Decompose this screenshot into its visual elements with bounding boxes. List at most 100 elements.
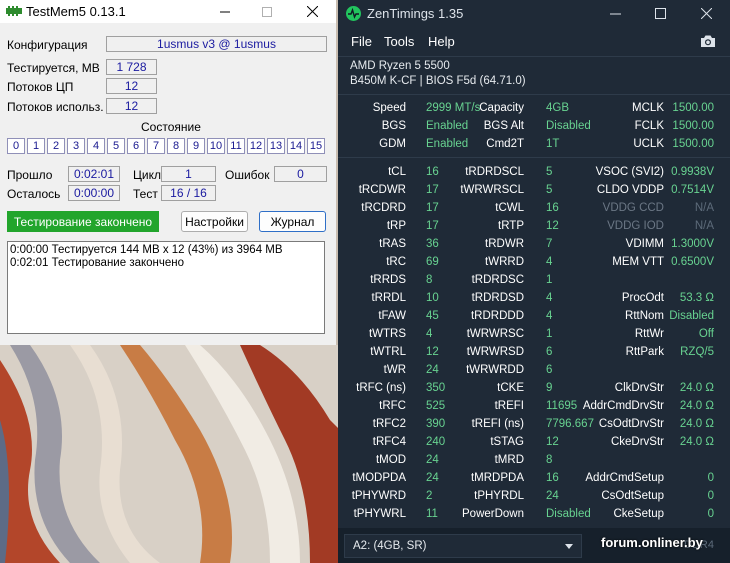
top-value-0-0: 2999 MT/s (426, 102, 481, 114)
top-label-1-1: BGS Alt (483, 120, 524, 132)
timing-value-8-1: 4 (546, 310, 553, 322)
timing-value-5-0: 69 (426, 256, 439, 268)
timing-value-16-1: 8 (546, 454, 553, 466)
maximize-button[interactable] (247, 0, 287, 23)
top-value-2-1: 1T (546, 138, 560, 150)
timing-value-2-0: 17 (426, 202, 439, 214)
menu-help[interactable]: Help (428, 34, 455, 49)
divider (338, 94, 730, 95)
timing-value-3-2: N/A (694, 220, 714, 232)
errors-field: 0 (274, 166, 327, 182)
minimize-icon (220, 11, 230, 12)
timing-value-16-0: 24 (426, 454, 439, 466)
timing-label-10-0: tWTRL (370, 346, 406, 358)
timing-label-14-2: CsOdtDrvStr (598, 418, 664, 430)
timing-value-9-0: 4 (426, 328, 433, 340)
divider (338, 157, 730, 158)
timing-value-8-2: Disabled (669, 310, 714, 322)
timing-value-14-0: 390 (426, 418, 446, 430)
thread-6: 6 (127, 138, 145, 154)
timing-value-12-2: 24.0 Ω (679, 382, 714, 394)
elapsed-label: Прошло (7, 168, 53, 182)
timing-value-9-1: 1 (546, 328, 553, 340)
top-label-0-0: Speed (372, 102, 406, 114)
timing-value-13-1: 11695 (546, 400, 578, 412)
timing-label-14-1: tREFI (ns) (471, 418, 524, 430)
menu-tools[interactable]: Tools (384, 34, 414, 49)
close-icon (306, 6, 318, 17)
timing-label-12-2: ClkDrvStr (614, 382, 664, 394)
cpu-threads-field: 12 (106, 78, 157, 94)
board-info: B450M K-CF | BIOS F5d (64.71.0) (350, 75, 526, 87)
timing-label-17-0: tMODPDA (352, 472, 406, 484)
cpu-name: AMD Ryzen 5 5500 (350, 60, 450, 72)
elapsed-field: 0:02:01 (68, 166, 120, 182)
config-field: 1usmus v3 @ 1usmus (106, 36, 327, 52)
test-field: 16 / 16 (161, 185, 216, 201)
config-label: Конфигурация (7, 38, 88, 52)
timing-label-3-0: tRP (386, 220, 406, 232)
timing-label-14-0: tRFC2 (372, 418, 406, 430)
timing-label-1-0: tRCDWR (358, 184, 406, 196)
top-value-1-2: 1500.00 (672, 120, 714, 132)
timing-value-5-1: 4 (546, 256, 553, 268)
timing-value-1-1: 5 (546, 184, 553, 196)
timing-value-17-2: 0 (707, 472, 714, 484)
camera-icon[interactable] (700, 34, 716, 48)
menu-file[interactable]: File (351, 34, 372, 49)
zentimings-window: ZenTimings 1.35 File Tools Help AMD Ryze… (338, 0, 730, 563)
thread-8: 8 (167, 138, 185, 154)
dimm-select[interactable]: A2: (4GB, SR) (344, 534, 582, 558)
timing-label-15-2: CkeDrvStr (610, 436, 664, 448)
timing-value-19-2: 0 (707, 508, 714, 520)
timing-value-0-0: 16 (426, 166, 439, 178)
timing-value-15-0: 240 (426, 436, 446, 448)
maximize-button[interactable] (638, 0, 682, 26)
thread-13: 13 (267, 138, 285, 154)
timing-value-18-0: 2 (426, 490, 433, 502)
timing-value-3-1: 12 (546, 220, 559, 232)
timing-value-0-2: 0.9938V (671, 166, 714, 178)
timing-value-10-0: 12 (426, 346, 439, 358)
timing-label-0-2: VSOC (SVI2) (595, 166, 664, 178)
timing-label-15-0: tRFC4 (372, 436, 406, 448)
close-button[interactable] (684, 0, 728, 26)
timing-label-2-2: VDDG CCD (602, 202, 664, 214)
timing-value-10-1: 6 (546, 346, 553, 358)
thread-15: 15 (307, 138, 325, 154)
timing-value-4-0: 36 (426, 238, 439, 250)
top-value-1-1: Disabled (546, 120, 591, 132)
close-button[interactable] (292, 0, 332, 23)
used-threads-label: Потоков использ. (7, 100, 104, 114)
timing-label-13-0: tRFC (379, 400, 406, 412)
timing-label-7-1: tRDRDSD (471, 292, 524, 304)
timing-label-4-1: tRDWR (485, 238, 524, 250)
log-button[interactable]: Журнал (259, 211, 326, 232)
top-label-2-1: Cmd2T (486, 138, 524, 150)
thread-3: 3 (67, 138, 85, 154)
timing-value-2-1: 16 (546, 202, 559, 214)
timing-value-19-1: Disabled (546, 508, 591, 520)
minimize-icon (609, 13, 621, 14)
timing-label-8-0: tFAW (378, 310, 406, 322)
minimize-button[interactable] (593, 0, 637, 26)
minimize-button[interactable] (205, 0, 245, 23)
timing-value-19-0: 11 (426, 508, 438, 520)
timing-label-16-0: tMOD (375, 454, 406, 466)
timing-value-17-1: 16 (546, 472, 559, 484)
top-label-1-0: BGS (381, 120, 406, 132)
top-label-0-2: MCLK (632, 102, 664, 114)
thread-4: 4 (87, 138, 105, 154)
timing-label-10-1: tWRWRSD (466, 346, 524, 358)
timing-label-12-0: tRFC (ns) (356, 382, 406, 394)
timing-label-1-2: CLDO VDDP (596, 184, 664, 196)
timing-label-7-2: ProcOdt (621, 292, 664, 304)
timing-value-1-2: 0.7514V (671, 184, 714, 196)
timing-label-2-0: tRCDRD (361, 202, 406, 214)
settings-button[interactable]: Настройки (181, 211, 248, 232)
log-line: 0:00:00 Тестируется 144 MB x 12 (43%) из… (10, 244, 283, 256)
timing-label-19-0: tPHYWRL (353, 508, 406, 520)
timing-value-8-0: 45 (426, 310, 439, 322)
top-value-0-2: 1500.00 (672, 102, 714, 114)
timing-label-17-1: tMRDPDA (470, 472, 524, 484)
